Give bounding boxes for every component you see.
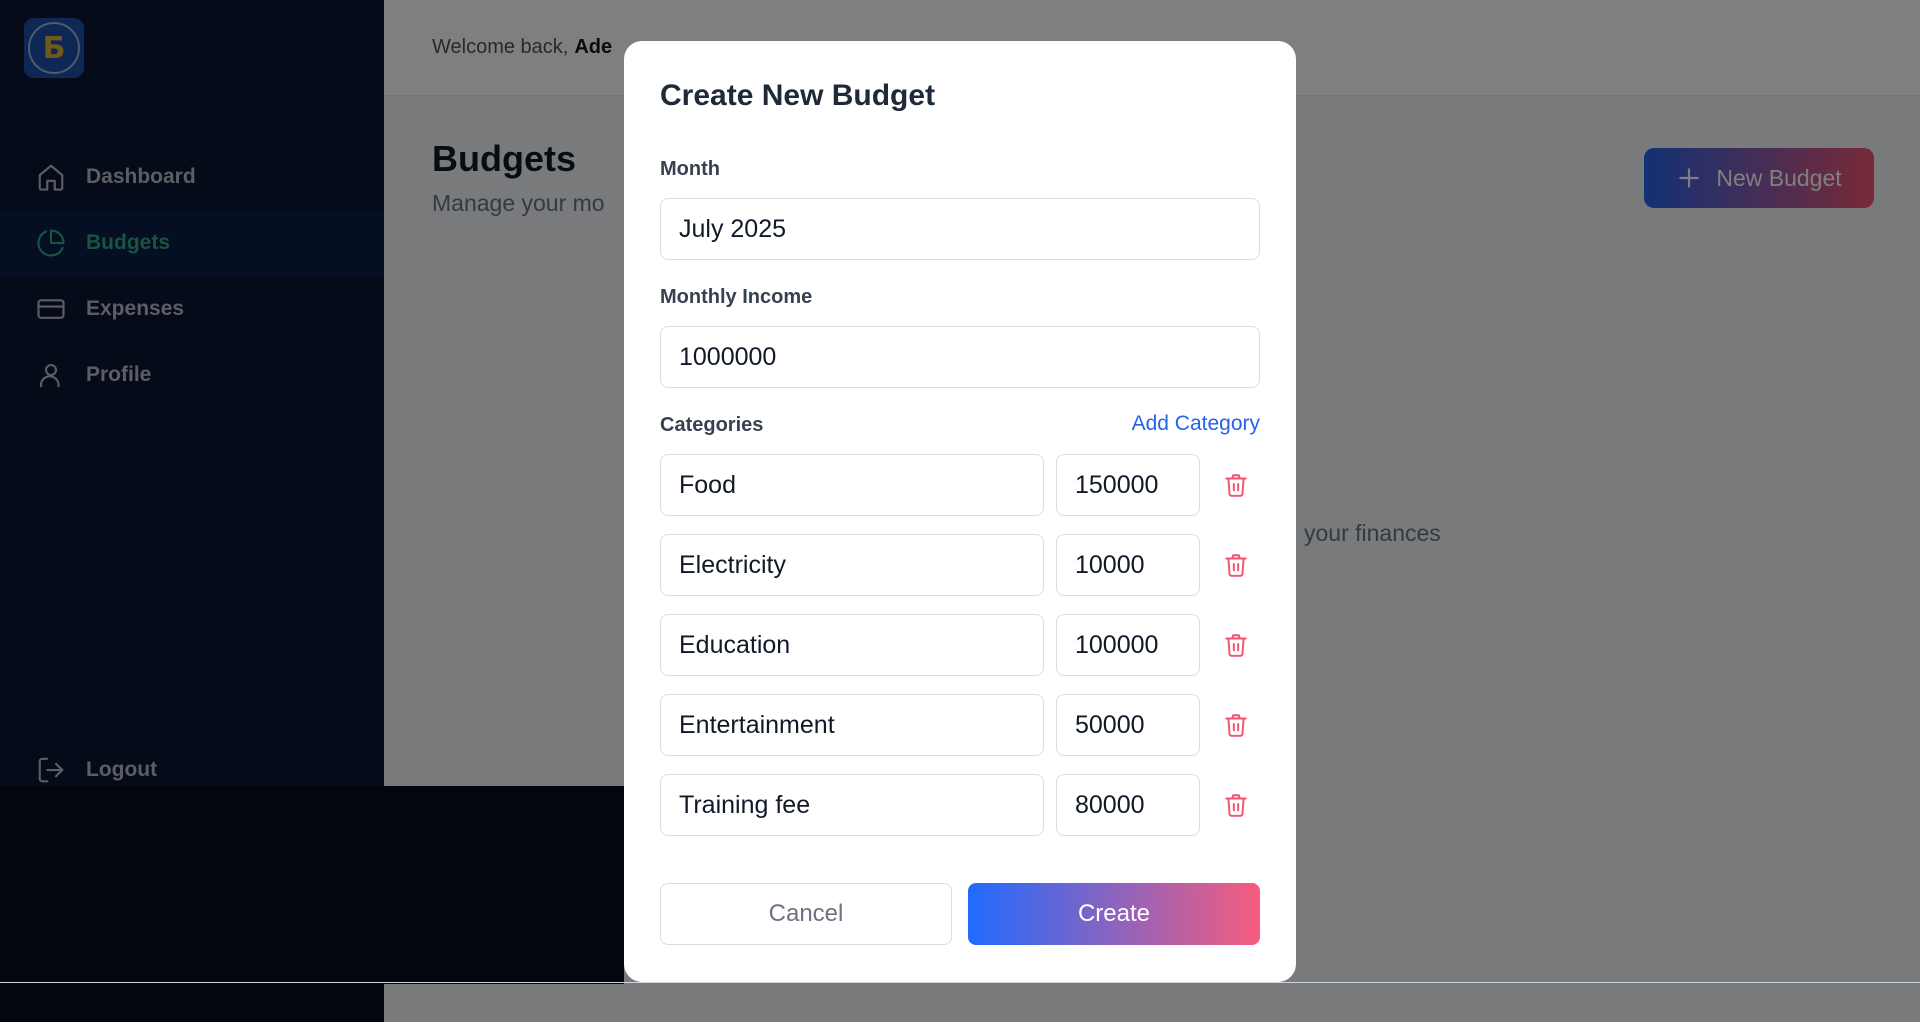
category-amount-input[interactable] bbox=[1056, 694, 1200, 756]
trash-icon bbox=[1225, 554, 1247, 577]
category-amount-input[interactable] bbox=[1056, 454, 1200, 516]
trash-icon bbox=[1225, 474, 1247, 497]
income-input[interactable] bbox=[660, 326, 1260, 388]
trash-icon bbox=[1225, 714, 1247, 737]
delete-category-button[interactable] bbox=[1220, 629, 1252, 661]
category-amount-input[interactable] bbox=[1056, 774, 1200, 836]
category-row bbox=[660, 614, 1260, 676]
category-name-input[interactable] bbox=[660, 694, 1044, 756]
categories-label: Categories bbox=[660, 414, 764, 436]
trash-icon bbox=[1225, 794, 1247, 817]
delete-category-button[interactable] bbox=[1220, 469, 1252, 501]
category-name-input[interactable] bbox=[660, 454, 1044, 516]
month-label: Month bbox=[660, 158, 720, 180]
page-divider bbox=[0, 982, 1920, 983]
category-name-input[interactable] bbox=[660, 774, 1044, 836]
category-row bbox=[660, 534, 1260, 596]
category-amount-input[interactable] bbox=[1056, 614, 1200, 676]
income-label: Monthly Income bbox=[660, 286, 813, 308]
create-button[interactable]: Create bbox=[968, 883, 1260, 945]
modal-title: Create New Budget bbox=[660, 79, 936, 112]
delete-category-button[interactable] bbox=[1220, 709, 1252, 741]
app-root: Б Dashboard Budgets bbox=[0, 0, 1920, 1022]
category-amount-input[interactable] bbox=[1056, 534, 1200, 596]
category-name-input[interactable] bbox=[660, 534, 1044, 596]
add-category-button[interactable]: Add Category bbox=[1132, 412, 1260, 436]
category-row bbox=[660, 694, 1260, 756]
trash-icon bbox=[1225, 634, 1247, 657]
delete-category-button[interactable] bbox=[1220, 789, 1252, 821]
create-budget-modal: Create New Budget Month Monthly Income C… bbox=[624, 41, 1296, 982]
category-row bbox=[660, 774, 1260, 836]
category-row bbox=[660, 454, 1260, 516]
category-name-input[interactable] bbox=[660, 614, 1044, 676]
delete-category-button[interactable] bbox=[1220, 549, 1252, 581]
month-input[interactable] bbox=[660, 198, 1260, 260]
cancel-button[interactable]: Cancel bbox=[660, 883, 952, 945]
